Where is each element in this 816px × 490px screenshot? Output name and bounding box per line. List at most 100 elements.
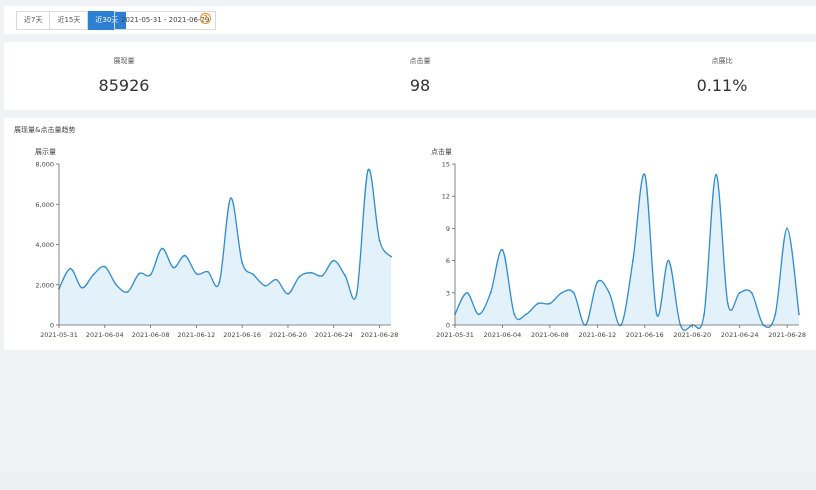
data-point [738,291,741,294]
data-point [608,291,611,294]
data-point [172,266,175,269]
data-point [489,291,492,294]
stat-clicks: 点击量 98 [300,42,540,95]
stat-label: 点击量 [409,57,431,65]
y-tick-label: 0 [50,322,54,330]
data-point [390,255,392,258]
x-tick-label: 2021-06-04 [86,331,124,339]
x-tick-label: 2021-06-24 [315,331,353,339]
x-tick-label: 2021-05-31 [40,331,78,339]
data-point [115,283,118,286]
data-point [726,302,729,305]
data-point [572,291,575,294]
data-point [229,197,232,200]
data-point [126,290,129,293]
data-point [798,313,800,316]
x-tick-label: 2021-06-12 [177,331,215,339]
x-tick-label: 2021-06-16 [223,331,261,339]
data-point [161,247,163,250]
data-point [344,274,347,277]
x-tick-label: 2021-06-16 [626,331,664,339]
data-point [332,259,335,262]
data-point [465,291,468,294]
stats-panel: 展现量 85926 点击量 98 点展比 0.11% [4,42,816,110]
data-point [560,291,563,294]
charts-title: 展现量&点击量趋势 [14,126,76,134]
data-point [298,275,301,278]
data-point [355,292,358,295]
y-tick-label: 15 [442,161,450,169]
data-point [632,259,634,262]
data-point [92,273,95,276]
stat-ctr: 点展比 0.11% [602,42,816,95]
x-tick-label: 2021-06-08 [132,331,170,339]
data-point [309,271,312,274]
data-point [367,169,370,171]
data-point [149,273,152,276]
data-point [378,239,381,242]
trend-charts-panel: 展现量&点击量趋势 展示量 0 2,000 4,000 6,000 8,000 2021-0… [4,118,816,350]
range-7-days-button[interactable]: 近7天 [16,11,51,30]
x-tick-label: 2021-06-08 [531,331,569,339]
range-15-days-button[interactable]: 近15天 [50,11,89,30]
impressions-chart: 展示量 0 2,000 4,000 6,000 8,000 2021-05-31 2021-0… [35,148,399,339]
data-point [103,265,106,268]
y-tick-label: 9 [446,225,450,233]
stat-label: 展现量 [113,57,135,65]
x-tick-label: 2021-06-24 [721,331,759,339]
y-axis-title: 点击量 [431,147,452,156]
data-point [264,284,266,287]
data-point [206,270,209,273]
data-point [184,254,186,257]
series-area [455,173,799,331]
stat-impressions: 展现量 85926 [4,42,244,95]
data-point [241,261,244,264]
data-point [774,313,777,316]
data-point [596,281,599,283]
data-point [218,281,221,284]
help-icon[interactable]: ? [200,13,211,24]
data-point [195,272,198,275]
data-point [750,291,753,294]
data-point [287,292,289,295]
stat-value: 85926 [98,76,150,95]
data-point [703,313,706,316]
y-tick-label: 8,000 [35,161,54,169]
data-point [537,302,539,305]
data-point [138,272,141,275]
data-point [715,173,717,176]
data-point [667,259,670,262]
y-tick-label: 4,000 [35,241,54,249]
y-tick-label: 12 [442,193,450,201]
y-tick-label: 6 [446,257,450,265]
x-tick-label: 2021-06-04 [484,331,522,339]
series-area [59,169,391,325]
range-button-group: 近7天 近15天 近30天 [16,11,127,30]
x-tick-label: 2021-06-20 [269,331,307,339]
footer-bar [0,472,816,490]
data-point [548,302,551,305]
y-tick-label: 2,000 [35,281,54,289]
x-tick-label: 2021-06-12 [578,331,616,339]
x-tick-label: 2021-06-28 [361,331,399,339]
data-point [252,273,255,276]
data-point [501,248,504,251]
data-point [525,313,528,316]
stat-value: 98 [409,76,431,95]
stat-label: 点展比 [711,57,733,65]
data-point [321,274,324,277]
y-tick-label: 6,000 [35,201,54,209]
data-point [80,286,83,289]
x-tick-label: 2021-06-28 [768,331,806,339]
x-tick-label: 2021-05-31 [436,331,474,339]
y-tick-label: 3 [446,289,450,297]
y-axis-title: 展示量 [35,148,56,156]
data-point [786,227,789,230]
data-point [655,313,658,316]
y-tick-label: 0 [446,322,450,330]
filter-bar: 近7天 近15天 近30天 2021-05-31 - 2021-06-29 ? [4,6,816,34]
x-tick-label: 2021-06-20 [673,331,711,339]
data-point [513,313,516,316]
data-point [275,278,278,281]
stat-value: 0.11% [696,76,748,95]
